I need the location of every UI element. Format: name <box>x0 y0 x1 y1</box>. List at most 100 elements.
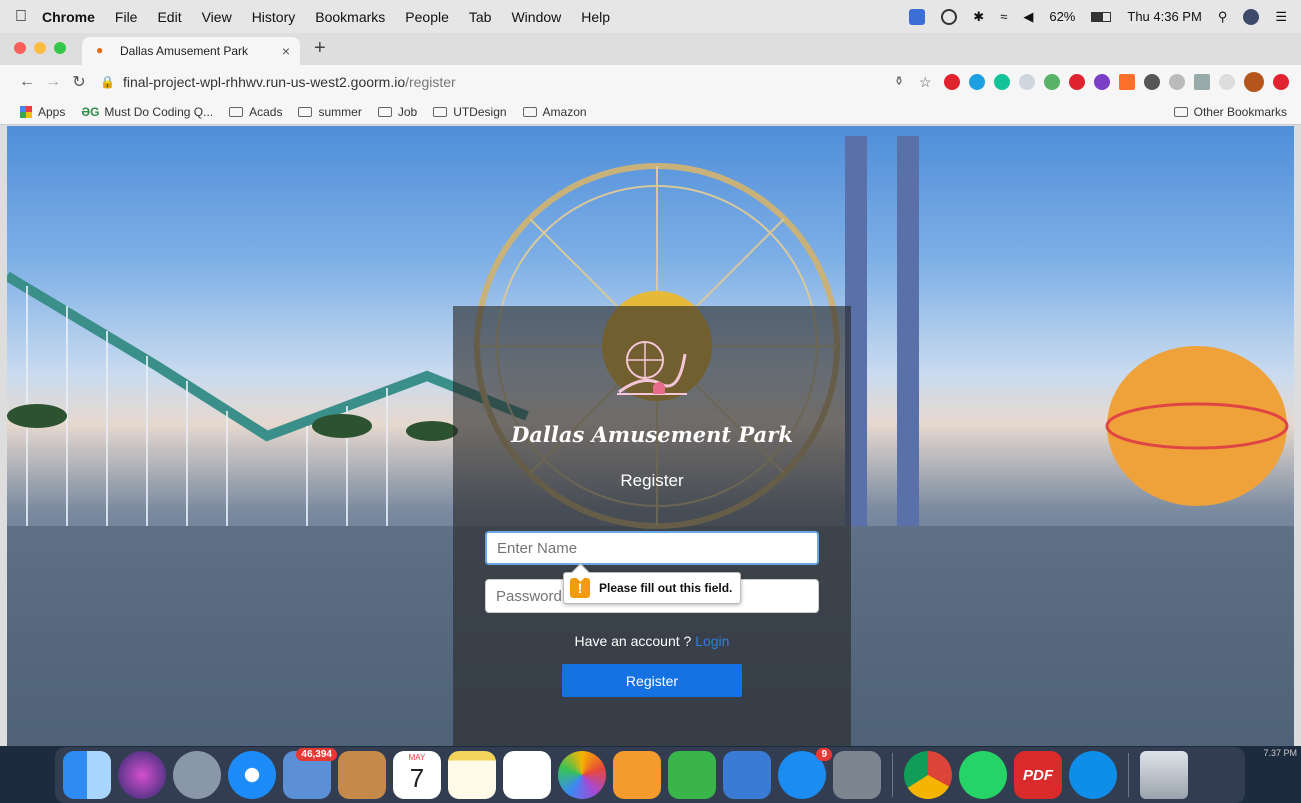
address-bar[interactable]: 🔒 final-project-wpl-rhhwv.run-us-west2.g… <box>100 69 800 95</box>
wifi-icon[interactable]: ≈ <box>1000 9 1007 24</box>
adblock-extension-icon[interactable] <box>1069 74 1085 90</box>
extensions-toolbar: ⚱ ☆ <box>894 72 1301 92</box>
notes-icon[interactable] <box>448 751 496 799</box>
bookmark-apps[interactable]: Apps <box>20 105 65 119</box>
dock: 46,394 MAY 7 9 PDF 7.37 PM <box>0 746 1301 803</box>
bookmarks-bar: Apps ƏG Must Do Coding Q... Acads summer … <box>0 99 1301 125</box>
skype-extension-icon[interactable] <box>969 74 985 90</box>
menu-app-name[interactable]: Chrome <box>42 9 95 25</box>
app-store-icon[interactable]: 9 <box>778 748 832 799</box>
lock-icon[interactable]: 🔒 <box>100 75 115 89</box>
folder-icon <box>298 106 313 117</box>
menu-bookmarks[interactable]: Bookmarks <box>315 9 385 25</box>
tab-strip: ● Dallas Amusement Park × + <box>0 33 1301 65</box>
menu-view[interactable]: View <box>202 9 232 25</box>
menu-help[interactable]: Help <box>581 9 610 25</box>
bookmark-other-label: Other Bookmarks <box>1193 104 1287 119</box>
forward-icon[interactable]: → <box>40 73 66 91</box>
bike-extension-icon[interactable] <box>1169 74 1185 90</box>
safari-icon[interactable] <box>228 751 276 799</box>
folder-icon <box>522 106 537 117</box>
battery-percent[interactable]: 62% <box>1049 9 1075 24</box>
menu-window[interactable]: Window <box>511 9 561 25</box>
finder-icon[interactable] <box>63 751 111 799</box>
menu-file[interactable]: File <box>115 9 138 25</box>
menu-tab[interactable]: Tab <box>469 9 492 25</box>
close-window-button[interactable] <box>14 42 26 54</box>
translate-extension-icon[interactable] <box>1194 74 1210 90</box>
name-input[interactable] <box>485 531 819 565</box>
calendar-icon[interactable]: MAY 7 <box>393 751 441 799</box>
bookmark-utdesign[interactable]: UTDesign <box>433 104 507 119</box>
warning-icon: ! <box>570 578 590 598</box>
reminders-icon[interactable] <box>503 751 551 799</box>
bookmark-utdesign-label: UTDesign <box>453 104 507 119</box>
close-tab-icon[interactable]: × <box>282 43 290 59</box>
mail-icon[interactable]: 46,394 <box>283 748 337 799</box>
folder-icon <box>433 106 448 117</box>
colorful-extension-icon[interactable] <box>1094 74 1110 90</box>
contacts-icon[interactable] <box>338 751 386 799</box>
reload-icon[interactable]: ↻ <box>66 72 92 92</box>
apps-grid-icon <box>20 105 32 118</box>
box-extension-icon[interactable] <box>1044 74 1060 90</box>
bookmark-job[interactable]: Job <box>377 105 417 119</box>
bookmark-must-do-coding-label: Must Do Coding Q... <box>104 104 214 119</box>
tab-active[interactable]: ● Dallas Amusement Park × <box>82 37 300 65</box>
register-button[interactable]: Register <box>562 664 742 697</box>
numbers-icon[interactable] <box>668 751 716 799</box>
apple-icon[interactable]:  <box>0 8 42 26</box>
spotlight-icon[interactable]: ⚲ <box>1218 9 1228 25</box>
teamviewer-icon[interactable] <box>1069 751 1117 799</box>
folder-icon <box>377 106 392 117</box>
login-link[interactable]: Login <box>695 633 729 649</box>
pdf-reader-icon[interactable]: PDF <box>1014 751 1062 799</box>
notification-center-icon[interactable]: ☰ <box>1275 9 1287 25</box>
sync-icon[interactable] <box>941 8 958 25</box>
park-favicon-icon: ● <box>96 43 104 57</box>
bluetooth-icon[interactable]: ✱ <box>973 9 984 25</box>
pages-icon[interactable] <box>613 751 661 799</box>
validation-message: Please fill out this field. <box>599 581 733 595</box>
bookmark-other[interactable]: Other Bookmarks <box>1173 104 1287 119</box>
mail-badge: 46,394 <box>296 748 337 761</box>
opera-extension-icon[interactable] <box>944 74 960 90</box>
user-avatar-icon[interactable] <box>1243 8 1260 25</box>
menu-people[interactable]: People <box>405 9 449 25</box>
volume-icon[interactable]: ◀ <box>1023 9 1033 25</box>
bookmark-must-do-coding[interactable]: ƏG Must Do Coding Q... <box>81 105 213 119</box>
folder-icon <box>229 106 244 117</box>
json-extension-icon[interactable] <box>1219 74 1235 90</box>
back-icon[interactable]: ← <box>14 73 40 91</box>
menu-history[interactable]: History <box>252 9 296 25</box>
whatsapp-icon[interactable] <box>959 751 1007 799</box>
menu-edit[interactable]: Edit <box>157 9 181 25</box>
app-store-badge: 9 <box>816 748 832 761</box>
grid-extension-icon[interactable] <box>1119 74 1135 90</box>
grammarly-extension-icon[interactable] <box>994 74 1010 90</box>
launchpad-icon[interactable] <box>173 751 221 799</box>
clock[interactable]: Thu 4:36 PM <box>1127 9 1201 24</box>
mask-extension-icon[interactable] <box>1019 74 1035 90</box>
window-controls <box>0 42 82 65</box>
zoom-window-button[interactable] <box>54 42 66 54</box>
minimize-window-button[interactable] <box>34 42 46 54</box>
dock-separator <box>1128 753 1129 797</box>
chrome-icon[interactable] <box>904 751 952 799</box>
system-preferences-icon[interactable] <box>833 751 881 799</box>
profile-avatar-icon[interactable] <box>1244 72 1264 92</box>
bookmark-amazon[interactable]: Amazon <box>522 105 587 119</box>
circle-extension-icon[interactable] <box>1144 74 1160 90</box>
bookmark-acads[interactable]: Acads <box>229 105 282 119</box>
key-icon[interactable]: ⚱ <box>894 74 910 90</box>
siri-icon[interactable] <box>118 751 166 799</box>
screen-share-icon[interactable] <box>909 8 926 25</box>
keynote-icon[interactable] <box>723 751 771 799</box>
register-page: Dallas Amusement Park Register ! Please … <box>7 126 1294 746</box>
bookmark-summer[interactable]: summer <box>298 105 362 119</box>
photos-icon[interactable] <box>558 751 606 799</box>
trash-icon[interactable] <box>1140 751 1188 799</box>
update-extension-icon[interactable] <box>1273 74 1289 90</box>
new-tab-button[interactable]: + <box>314 37 326 60</box>
bookmark-star-icon[interactable]: ☆ <box>919 74 935 90</box>
